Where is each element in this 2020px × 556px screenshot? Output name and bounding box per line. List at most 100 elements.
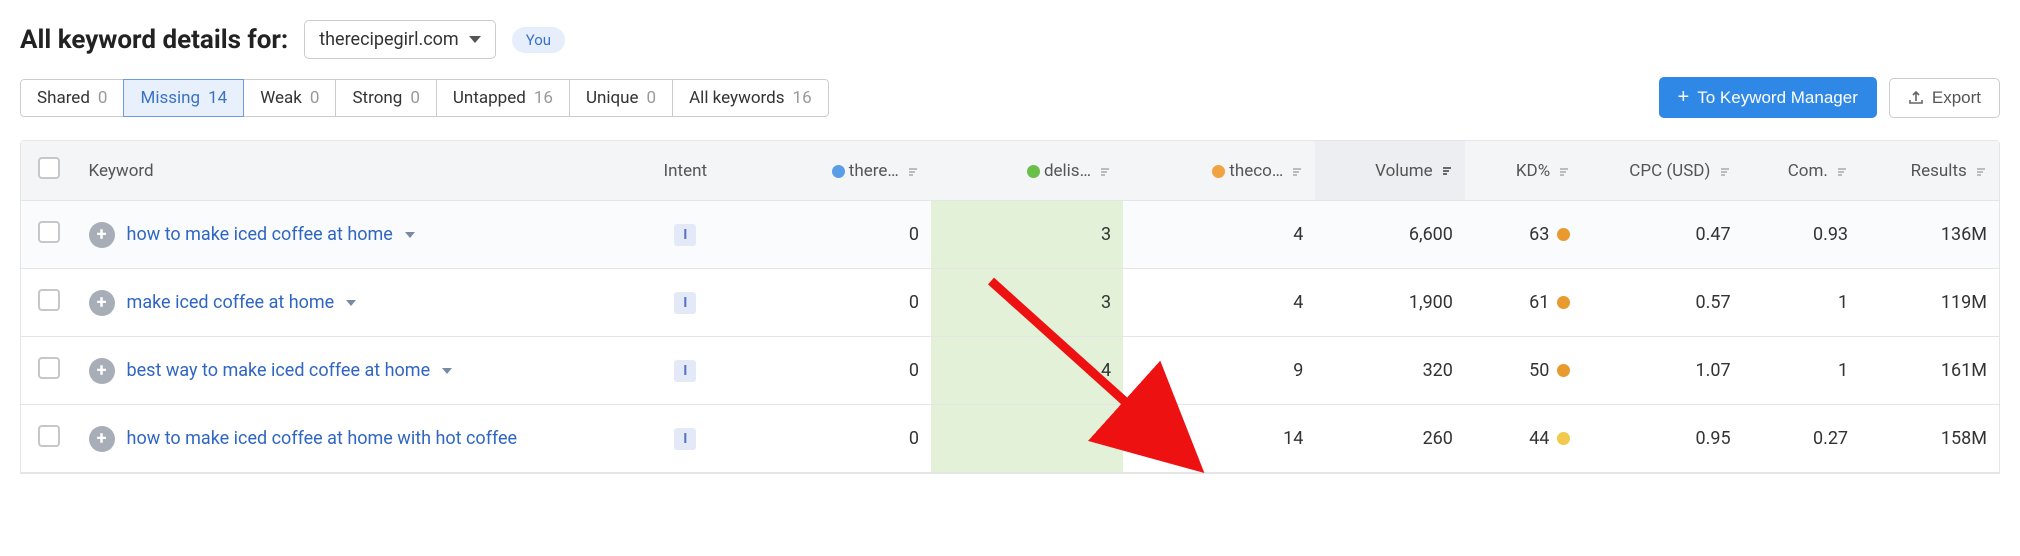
column-site3[interactable]: theco… bbox=[1123, 141, 1315, 201]
cell-cpc: 0.47 bbox=[1582, 201, 1742, 269]
column-results-label: Results bbox=[1911, 161, 1967, 181]
column-intent-label: Intent bbox=[664, 161, 708, 181]
domain-select[interactable]: therecipegirl.com bbox=[304, 20, 495, 59]
row-checkbox[interactable] bbox=[38, 357, 60, 379]
sort-icon bbox=[1291, 165, 1303, 177]
tab-label: Untapped bbox=[453, 88, 526, 108]
select-all-checkbox[interactable] bbox=[38, 157, 60, 179]
cell-site3: 9 bbox=[1123, 337, 1315, 405]
to-keyword-manager-label: To Keyword Manager bbox=[1697, 88, 1858, 108]
tab-all-keywords[interactable]: All keywords16 bbox=[672, 79, 829, 117]
caret-down-icon bbox=[442, 368, 452, 374]
cell-results: 119M bbox=[1860, 269, 1999, 337]
column-cpc-label: CPC (USD) bbox=[1629, 161, 1710, 181]
row-checkbox[interactable] bbox=[38, 425, 60, 447]
column-volume-label: Volume bbox=[1375, 161, 1433, 181]
tab-weak[interactable]: Weak 0 bbox=[243, 79, 336, 117]
column-com[interactable]: Com. bbox=[1743, 141, 1860, 201]
cell-results: 161M bbox=[1860, 337, 1999, 405]
site2-dot-icon bbox=[1027, 165, 1040, 178]
expand-row-button[interactable] bbox=[89, 290, 115, 316]
cell-site3: 14 bbox=[1123, 405, 1315, 473]
cell-volume: 320 bbox=[1315, 337, 1465, 405]
cell-site1: 0 bbox=[739, 201, 931, 269]
keyword-link[interactable]: make iced coffee at home bbox=[127, 292, 335, 313]
row-checkbox[interactable] bbox=[38, 289, 60, 311]
column-site3-label: theco… bbox=[1229, 161, 1283, 181]
tab-count: 14 bbox=[208, 88, 227, 108]
page-title: All keyword details for: bbox=[20, 25, 288, 55]
chevron-down-icon bbox=[469, 36, 481, 43]
domain-select-value: therecipegirl.com bbox=[319, 29, 458, 50]
cell-com: 0.93 bbox=[1743, 201, 1860, 269]
column-site2-label: delis… bbox=[1044, 161, 1091, 181]
cell-volume: 1,900 bbox=[1315, 269, 1465, 337]
intent-badge: I bbox=[674, 224, 696, 246]
column-site1-label: there… bbox=[849, 161, 899, 181]
tab-shared[interactable]: Shared 0 bbox=[20, 79, 124, 117]
filter-tabs: Shared0Missing14Weak0Strong0Untapped16Un… bbox=[20, 79, 829, 117]
sort-icon bbox=[1836, 165, 1848, 177]
you-badge: You bbox=[512, 27, 565, 53]
to-keyword-manager-button[interactable]: To Keyword Manager bbox=[1659, 77, 1877, 118]
column-results[interactable]: Results bbox=[1860, 141, 1999, 201]
column-cpc[interactable]: CPC (USD) bbox=[1582, 141, 1742, 201]
intent-badge: I bbox=[674, 292, 696, 314]
sort-icon bbox=[1719, 165, 1731, 177]
tab-count: 0 bbox=[647, 88, 657, 108]
tab-label: Unique bbox=[586, 88, 639, 108]
tab-count: 0 bbox=[410, 88, 420, 108]
kd-dot-icon bbox=[1557, 432, 1570, 445]
keyword-link[interactable]: best way to make iced coffee at home bbox=[127, 360, 431, 381]
cell-volume: 6,600 bbox=[1315, 201, 1465, 269]
tab-missing[interactable]: Missing 14 bbox=[123, 79, 244, 117]
cell-cpc: 0.57 bbox=[1582, 269, 1742, 337]
expand-row-button[interactable] bbox=[89, 222, 115, 248]
kd-dot-icon bbox=[1557, 364, 1570, 377]
column-site2[interactable]: delis… bbox=[931, 141, 1123, 201]
table-row: how to make iced coffee at homeI0346,600… bbox=[21, 201, 1999, 269]
sort-icon bbox=[907, 165, 919, 177]
row-checkbox[interactable] bbox=[38, 221, 60, 243]
tab-label: All keywords bbox=[689, 88, 784, 108]
kd-dot-icon bbox=[1557, 228, 1570, 241]
tab-count: 0 bbox=[98, 88, 108, 108]
expand-row-button[interactable] bbox=[89, 358, 115, 384]
export-button[interactable]: Export bbox=[1889, 78, 2000, 118]
column-kd[interactable]: KD% bbox=[1465, 141, 1582, 201]
intent-badge: I bbox=[674, 428, 696, 450]
cell-com: 0.27 bbox=[1743, 405, 1860, 473]
tab-label: Missing bbox=[140, 88, 200, 108]
cell-site1: 0 bbox=[739, 405, 931, 473]
column-com-label: Com. bbox=[1788, 161, 1828, 181]
tab-strong[interactable]: Strong 0 bbox=[335, 79, 436, 117]
expand-row-button[interactable] bbox=[89, 426, 115, 452]
cell-site2: 7 bbox=[931, 405, 1123, 473]
table-row: make iced coffee at homeI0341,900610.571… bbox=[21, 269, 1999, 337]
tab-unique[interactable]: Unique 0 bbox=[569, 79, 673, 117]
export-label: Export bbox=[1932, 88, 1981, 108]
tab-label: Shared bbox=[37, 88, 90, 108]
column-volume[interactable]: Volume bbox=[1315, 141, 1465, 201]
column-intent[interactable]: Intent bbox=[632, 141, 739, 201]
cell-site3: 4 bbox=[1123, 269, 1315, 337]
keyword-link[interactable]: how to make iced coffee at home bbox=[127, 224, 393, 245]
column-checkbox bbox=[21, 141, 77, 201]
tab-count: 16 bbox=[534, 88, 553, 108]
keyword-link[interactable]: how to make iced coffee at home with hot… bbox=[127, 428, 518, 449]
tab-label: Weak bbox=[260, 88, 302, 108]
cell-com: 1 bbox=[1743, 337, 1860, 405]
column-site1[interactable]: there… bbox=[739, 141, 931, 201]
tab-label: Strong bbox=[352, 88, 402, 108]
site1-dot-icon bbox=[832, 165, 845, 178]
sort-icon bbox=[1099, 165, 1111, 177]
table-row: how to make iced coffee at home with hot… bbox=[21, 405, 1999, 473]
cell-site1: 0 bbox=[739, 337, 931, 405]
cell-kd: 63 bbox=[1465, 201, 1582, 269]
keyword-table-wrap: Keyword Intent there… delis… bbox=[20, 140, 2000, 474]
sort-icon bbox=[1558, 165, 1570, 177]
tab-untapped[interactable]: Untapped 16 bbox=[436, 79, 570, 117]
keyword-table: Keyword Intent there… delis… bbox=[21, 141, 1999, 473]
column-keyword[interactable]: Keyword bbox=[77, 141, 632, 201]
tab-count: 0 bbox=[310, 88, 320, 108]
